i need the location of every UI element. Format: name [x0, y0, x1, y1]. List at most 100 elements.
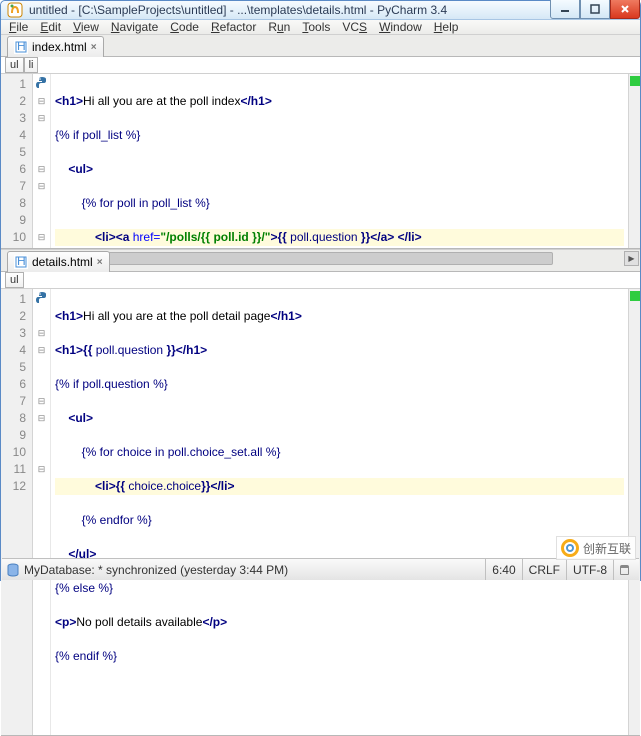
- error-strip[interactable]: [628, 289, 640, 735]
- line-num: 5: [3, 359, 26, 376]
- watermark-logo-icon: [561, 539, 579, 557]
- editor-pane-bottom: 1 2 3 4 5 6 7 8 9 10 11 12 ⊟ ⊟ ⊟ ⊟ ⊟: [1, 289, 640, 736]
- breadcrumb-item[interactable]: ul: [5, 272, 24, 288]
- fold-marker[interactable]: [33, 376, 50, 393]
- menu-help[interactable]: Help: [434, 20, 459, 34]
- line-num: 8: [3, 410, 26, 427]
- h-scrollbar-top[interactable]: ◀▶: [1, 249, 640, 250]
- line-num: 7: [3, 393, 26, 410]
- titlebar[interactable]: untitled - [C:\SampleProjects\untitled] …: [1, 1, 640, 20]
- fold-column: ⊟ ⊟ ⊟ ⊟ ⊟: [33, 289, 51, 735]
- fold-marker[interactable]: ⊟: [33, 410, 50, 427]
- lock-icon: [620, 565, 629, 575]
- fold-marker[interactable]: ⊟: [33, 393, 50, 410]
- status-encoding[interactable]: UTF-8: [566, 559, 613, 580]
- fold-marker[interactable]: [33, 478, 50, 495]
- menu-code[interactable]: Code: [170, 20, 199, 34]
- window-title: untitled - [C:\SampleProjects\untitled] …: [29, 3, 447, 17]
- svg-text:H: H: [17, 255, 26, 268]
- menu-navigate[interactable]: Navigate: [111, 20, 158, 34]
- code-area-top[interactable]: <h1>Hi all you are at the poll index</h1…: [51, 74, 628, 248]
- menu-tools[interactable]: Tools: [302, 20, 330, 34]
- menu-run[interactable]: Run: [268, 20, 290, 34]
- fold-marker[interactable]: [33, 308, 50, 325]
- breadcrumb-item[interactable]: li: [24, 57, 39, 73]
- tab-row-top: H index.html ×: [1, 35, 640, 57]
- fold-marker[interactable]: ⊟: [33, 342, 50, 359]
- menu-edit[interactable]: Edit: [40, 20, 61, 34]
- line-num: 6: [3, 161, 26, 178]
- fold-marker[interactable]: ⊟: [33, 161, 50, 178]
- tab-index-html[interactable]: H index.html ×: [7, 36, 104, 57]
- line-num: 4: [3, 127, 26, 144]
- error-strip[interactable]: [628, 74, 640, 248]
- minimize-button[interactable]: [550, 0, 580, 19]
- fold-marker[interactable]: [33, 127, 50, 144]
- app-logo-icon: [7, 2, 23, 18]
- line-num: 12: [3, 478, 26, 495]
- tab-details-html[interactable]: H details.html ×: [7, 251, 110, 272]
- fold-marker[interactable]: ⊟: [33, 461, 50, 478]
- fold-column: ⊟ ⊟ ⊟ ⊟ ⊟: [33, 74, 51, 248]
- scroll-right-icon[interactable]: ▶: [624, 251, 639, 266]
- fold-marker[interactable]: [33, 144, 50, 161]
- editor-pane-top: 1 2 3 4 5 6 7 8 9 10 ⊟ ⊟ ⊟ ⊟ ⊟ <h1>Hi al…: [1, 74, 640, 249]
- line-num: 3: [3, 325, 26, 342]
- menu-view[interactable]: View: [73, 20, 99, 34]
- menubar: File Edit View Navigate Code Refactor Ru…: [1, 20, 640, 35]
- fold-marker[interactable]: [33, 444, 50, 461]
- tab-label: index.html: [32, 40, 87, 54]
- breadcrumb-bottom: ul: [1, 272, 640, 289]
- status-line-sep[interactable]: CRLF: [522, 559, 566, 580]
- line-num: 1: [3, 291, 26, 308]
- status-readonly-icon[interactable]: [613, 559, 635, 580]
- line-num: 2: [3, 93, 26, 110]
- line-num: 7: [3, 178, 26, 195]
- line-num: 10: [3, 229, 26, 246]
- status-bar: MyDatabase: * synchronized (yesterday 3:…: [2, 558, 639, 580]
- line-num: 11: [3, 461, 26, 478]
- line-num: 4: [3, 342, 26, 359]
- menu-file[interactable]: File: [9, 20, 28, 34]
- window-controls: [550, 1, 640, 19]
- menu-vcs[interactable]: VCS: [342, 20, 367, 34]
- fold-marker[interactable]: ⊟: [33, 325, 50, 342]
- analysis-ok-icon: [630, 76, 640, 86]
- line-num: 8: [3, 195, 26, 212]
- line-num: 9: [3, 427, 26, 444]
- tab-close-icon[interactable]: ×: [97, 257, 103, 268]
- line-num: 6: [3, 376, 26, 393]
- line-num: 1: [3, 76, 26, 93]
- fold-marker[interactable]: ⊟: [33, 229, 50, 246]
- status-caret-pos[interactable]: 6:40: [485, 559, 521, 580]
- fold-marker[interactable]: ⊟: [33, 93, 50, 110]
- code-area-bottom[interactable]: <h1>Hi all you are at the poll detail pa…: [51, 289, 628, 735]
- line-num: 10: [3, 444, 26, 461]
- watermark: 创新互联: [556, 536, 636, 560]
- database-icon: [6, 563, 20, 577]
- breadcrumb-top: ul li: [1, 57, 640, 74]
- fold-marker[interactable]: [33, 195, 50, 212]
- line-num: 5: [3, 144, 26, 161]
- fold-marker[interactable]: [33, 212, 50, 229]
- menu-refactor[interactable]: Refactor: [211, 20, 256, 34]
- svg-text:H: H: [17, 40, 26, 53]
- fold-marker[interactable]: ⊟: [33, 178, 50, 195]
- tab-close-icon[interactable]: ×: [91, 42, 97, 53]
- line-num: 2: [3, 308, 26, 325]
- fold-marker[interactable]: [33, 427, 50, 444]
- breadcrumb-item[interactable]: ul: [5, 57, 24, 73]
- close-button[interactable]: [610, 0, 640, 19]
- python-gutter-icon: [35, 76, 49, 93]
- maximize-button[interactable]: [580, 0, 610, 19]
- html-file-icon: H: [14, 40, 28, 54]
- fold-marker[interactable]: [33, 359, 50, 376]
- gutter: 1 2 3 4 5 6 7 8 9 10 11 12: [1, 289, 33, 735]
- scroll-thumb[interactable]: [33, 252, 553, 265]
- line-num: 3: [3, 110, 26, 127]
- status-db[interactable]: MyDatabase: * synchronized (yesterday 3:…: [24, 563, 288, 577]
- tab-label: details.html: [32, 255, 93, 269]
- gutter: 1 2 3 4 5 6 7 8 9 10: [1, 74, 33, 248]
- menu-window[interactable]: Window: [379, 20, 422, 34]
- fold-marker[interactable]: ⊟: [33, 110, 50, 127]
